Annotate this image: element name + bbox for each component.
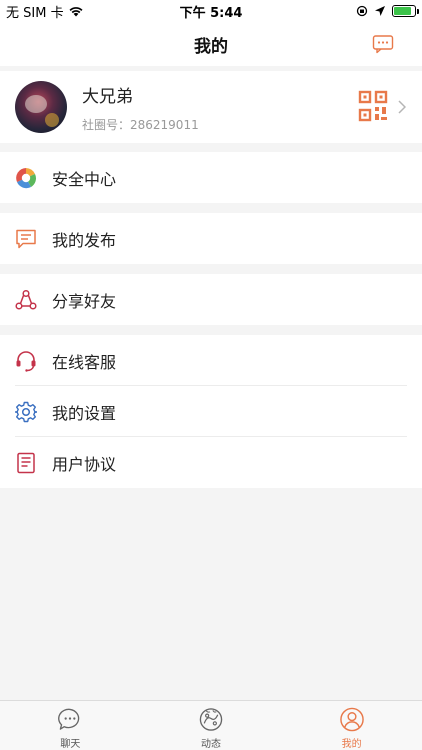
chat-icon — [58, 708, 80, 730]
profile-card[interactable]: 大兄弟 社圈号：286219011 — [0, 71, 422, 143]
page-title: 我的 — [194, 36, 228, 57]
menu-label-service: 在线客服 — [52, 352, 117, 372]
customer-service-icon — [16, 350, 36, 372]
location-arrow-icon — [375, 6, 385, 16]
menu-label-security: 安全中心 — [52, 169, 117, 189]
wifi-icon — [69, 7, 83, 17]
my-posts-icon — [16, 229, 36, 248]
chevron-right-icon[interactable] — [398, 100, 406, 114]
status-right — [356, 5, 419, 17]
menu-group-security: 安全中心 — [0, 152, 422, 203]
qr-code-icon[interactable] — [358, 90, 388, 122]
tab-chat[interactable]: 聊天 — [0, 701, 141, 750]
orientation-lock-icon — [356, 5, 368, 17]
battery-indicator — [392, 5, 419, 17]
menu-item-posts[interactable]: 我的发布 — [0, 213, 422, 264]
moments-icon — [199, 708, 223, 731]
profile-text: 大兄弟 社圈号：286219011 — [82, 82, 199, 133]
agreement-document-icon — [17, 452, 35, 473]
tab-moments[interactable]: 动态 — [141, 701, 282, 750]
avatar[interactable] — [15, 81, 67, 133]
menu-item-agreement[interactable]: 用户协议 — [0, 437, 422, 488]
profile-icon — [339, 707, 364, 732]
menu-group-posts: 我的发布 — [0, 213, 422, 264]
menu-label-share: 分享好友 — [52, 291, 117, 311]
tab-label-chat: 聊天 — [60, 739, 81, 750]
menu-item-share[interactable]: 分享好友 — [0, 274, 422, 325]
menu-group-share: 分享好友 — [0, 274, 422, 325]
share-friends-icon — [15, 289, 37, 310]
tab-label-profile: 我的 — [341, 739, 362, 750]
menu-item-settings[interactable]: 我的设置 — [0, 386, 422, 437]
tab-profile[interactable]: 我的 — [281, 701, 422, 750]
battery-fill — [394, 7, 411, 15]
gear-icon — [15, 401, 37, 422]
menu-group-support: 在线客服 我的设置 用户协议 — [0, 335, 422, 488]
message-more-icon[interactable] — [372, 34, 394, 54]
profile-id: 社圈号：286219011 — [82, 117, 199, 132]
status-left: 无 SIM 卡 — [6, 2, 84, 21]
security-center-icon — [16, 167, 36, 188]
menu-item-security[interactable]: 安全中心 — [0, 152, 422, 203]
profile-name: 大兄弟 — [82, 86, 133, 107]
nav-bar: 我的 — [0, 22, 422, 66]
status-bar: 无 SIM 卡 下午 5:44 — [0, 0, 422, 22]
menu-label-settings: 我的设置 — [52, 403, 117, 423]
menu-item-service[interactable]: 在线客服 — [0, 335, 422, 386]
tab-bar: 聊天 动态 我的 — [0, 700, 422, 750]
menu-label-agreement: 用户协议 — [52, 454, 117, 474]
carrier-text: 无 SIM 卡 — [6, 5, 64, 21]
menu-label-posts: 我的发布 — [52, 230, 117, 250]
tab-label-moments: 动态 — [201, 739, 221, 750]
